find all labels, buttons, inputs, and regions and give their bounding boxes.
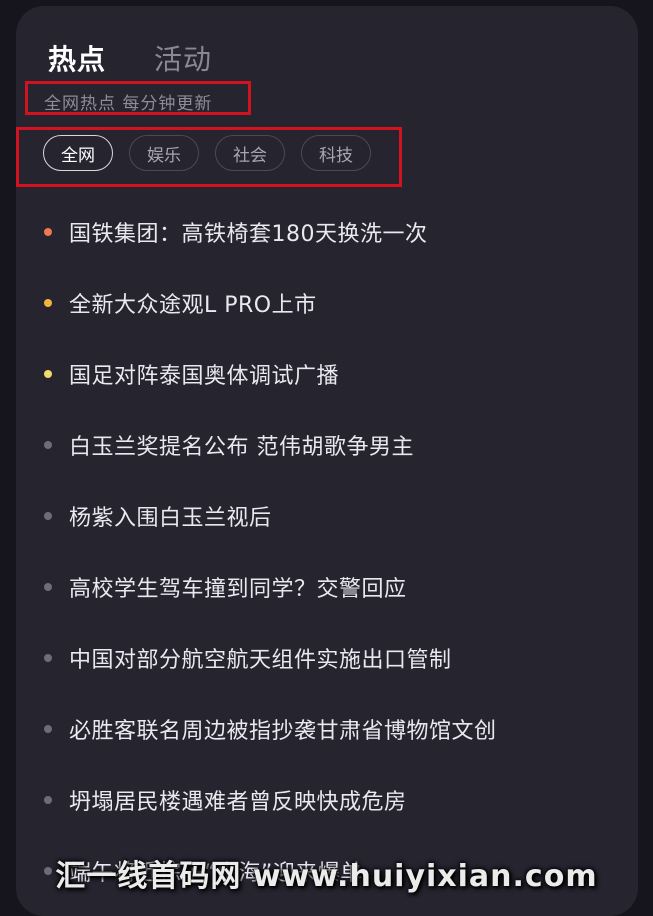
chip-entertainment[interactable]: 娱乐 (129, 135, 199, 171)
chip-society[interactable]: 社会 (215, 135, 285, 171)
rank-dot (44, 370, 52, 378)
tab-activity[interactable]: 活动 (154, 38, 212, 78)
list-item-text: 中国对部分航空航天组件实施出口管制 (69, 642, 452, 674)
tab-hot-label: 热点 (48, 43, 106, 76)
tab-activity-label: 活动 (154, 43, 212, 76)
list-item[interactable]: 杨紫入围白玉兰视后 (16, 480, 638, 551)
list-item[interactable]: 坍塌居民楼遇难者曾反映快成危房 (16, 764, 638, 835)
rank-dot (44, 867, 52, 875)
rank-dot (44, 796, 52, 804)
list-item[interactable]: 白玉兰奖提名公布 范伟胡歌争男主 (16, 409, 638, 480)
list-item[interactable]: 全新大众途观L PRO上市 (16, 267, 638, 338)
list-item-text: 高校学生驾车撞到同学？交警回应 (69, 571, 407, 603)
list-item-text: 白玉兰奖提名公布 范伟胡歌争男主 (69, 429, 414, 461)
rank-dot (44, 583, 52, 591)
rank-dot (44, 725, 52, 733)
list-item-text: 杨紫入围白玉兰视后 (69, 500, 272, 532)
tab-bar: 热点 活动 (48, 34, 260, 78)
list-item[interactable]: 中国对部分航空航天组件实施出口管制 (16, 622, 638, 693)
list-item[interactable]: 高校学生驾车撞到同学？交警回应 (16, 551, 638, 622)
rank-dot (44, 299, 52, 307)
list-item[interactable]: 国足对阵泰国奥体调试广播 (16, 338, 638, 409)
list-item-text: 国铁集团：高铁椅套180天换洗一次 (69, 216, 428, 248)
list-item-text: 必胜客联名周边被指抄袭甘肃省博物馆文创 (69, 713, 497, 745)
rank-dot (44, 654, 52, 662)
list-item-text: 坍塌居民楼遇难者曾反映快成危房 (69, 784, 407, 816)
rank-dot (44, 441, 52, 449)
list-item[interactable]: 端午将近粽子“出海”迎来爆单 (16, 835, 638, 906)
rank-dot (44, 228, 52, 236)
list-item-text: 全新大众途观L PRO上市 (69, 287, 317, 319)
list-item-text: 国足对阵泰国奥体调试广播 (69, 358, 339, 390)
hot-topics-card: 热点 活动 全网热点 每分钟更新 全网 娱乐 社会 科技 国铁集团：高铁椅套18… (16, 6, 638, 916)
tab-hot[interactable]: 热点 (48, 38, 106, 78)
subtitle: 全网热点 每分钟更新 (44, 89, 212, 114)
hot-list: 国铁集团：高铁椅套180天换洗一次 全新大众途观L PRO上市 国足对阵泰国奥体… (16, 196, 638, 906)
category-chips: 全网 娱乐 社会 科技 (43, 135, 371, 171)
rank-dot (44, 512, 52, 520)
list-item[interactable]: 必胜客联名周边被指抄袭甘肃省博物馆文创 (16, 693, 638, 764)
list-item[interactable]: 国铁集团：高铁椅套180天换洗一次 (16, 196, 638, 267)
list-item-text: 端午将近粽子“出海”迎来爆单 (69, 855, 363, 887)
chip-all[interactable]: 全网 (43, 135, 113, 171)
chip-tech[interactable]: 科技 (301, 135, 371, 171)
